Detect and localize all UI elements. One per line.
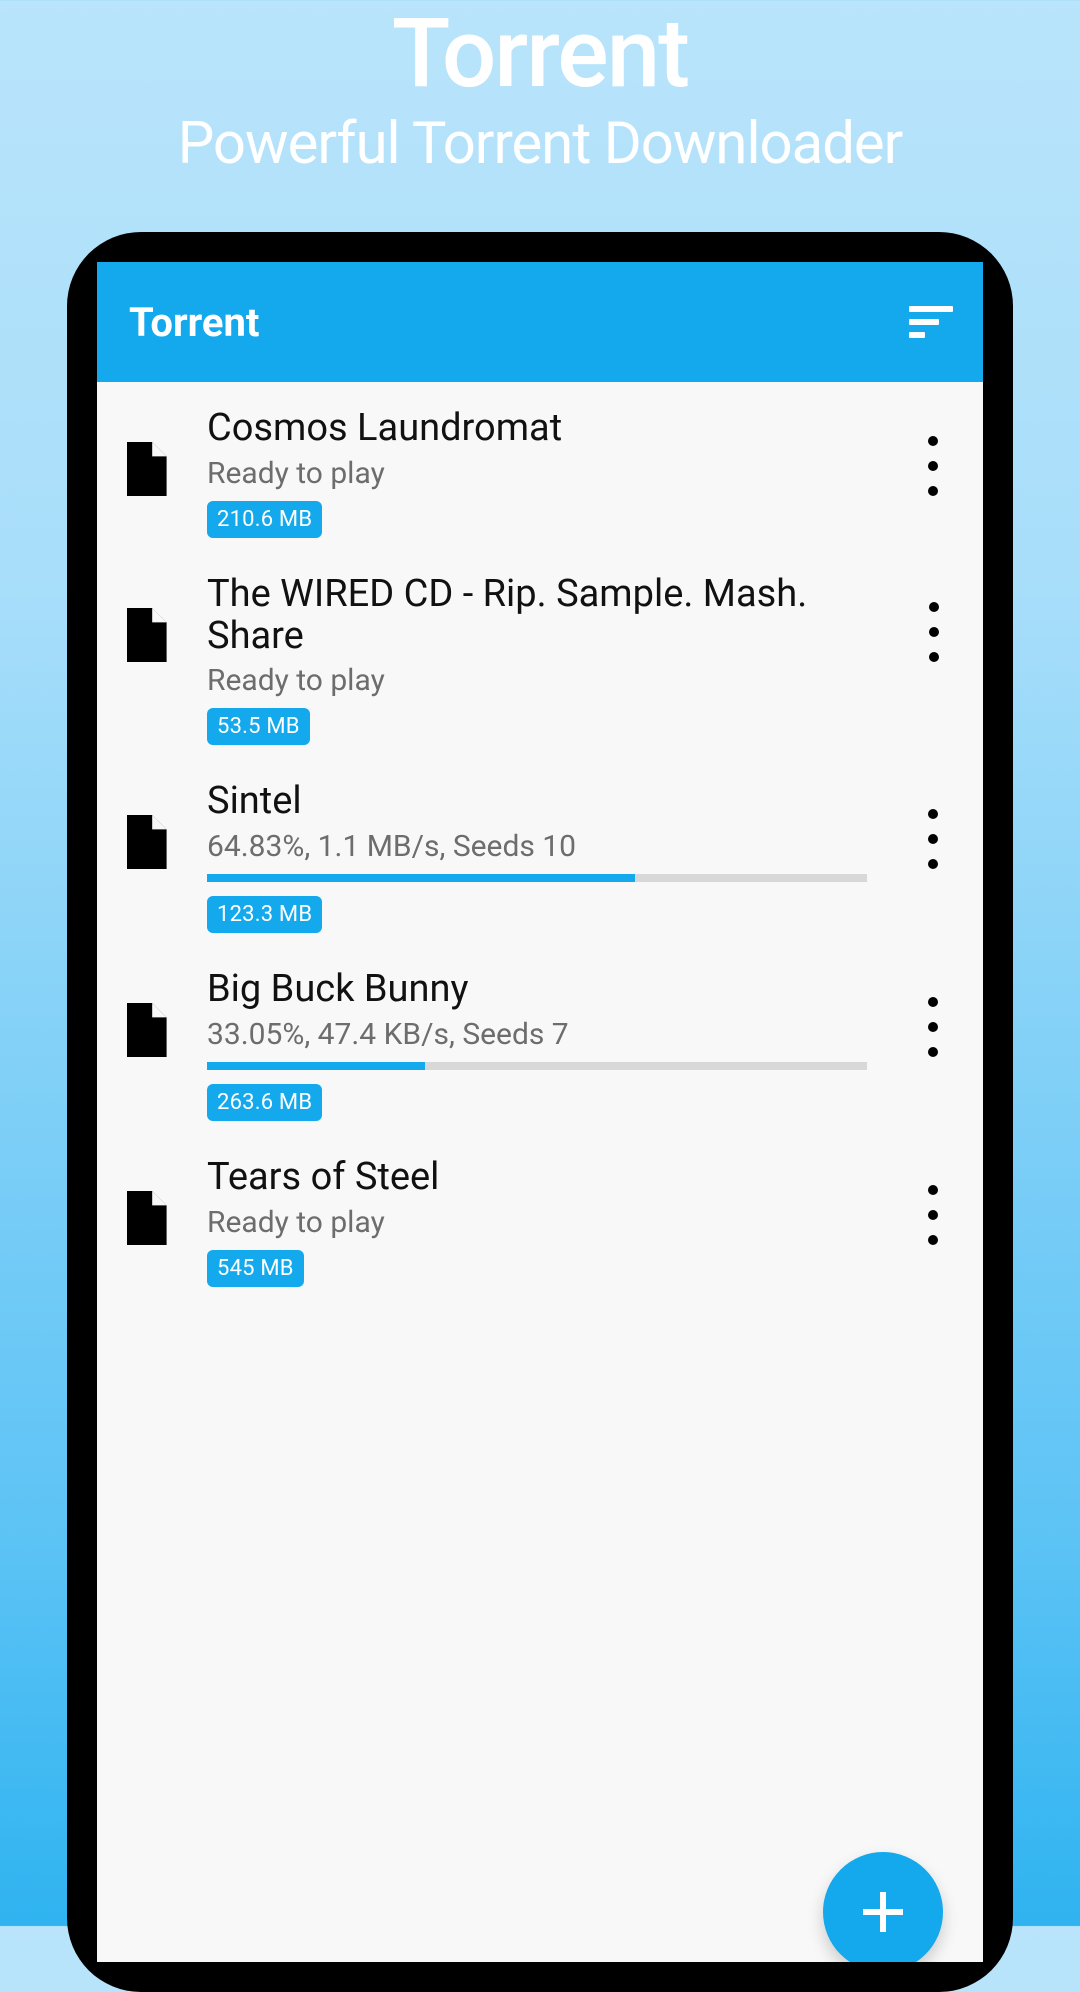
more-icon[interactable] — [909, 1185, 957, 1245]
hero-title: Torrent — [0, 6, 1080, 102]
progress-bar — [207, 874, 867, 882]
item-status: 33.05%, 47.4 KB/s, Seeds 7 — [207, 1017, 891, 1052]
item-title: The WIRED CD - Rip. Sample. Mash. Share — [207, 574, 892, 658]
file-icon — [123, 815, 167, 869]
list-item[interactable]: Cosmos Laundromat Ready to play 210.6 MB — [97, 390, 983, 556]
file-icon — [123, 442, 167, 496]
item-status: Ready to play — [207, 1205, 891, 1240]
item-title: Sintel — [207, 781, 891, 823]
more-icon[interactable] — [909, 809, 957, 869]
item-status: 64.83%, 1.1 MB/s, Seeds 10 — [207, 829, 891, 864]
item-status: Ready to play — [207, 456, 891, 491]
list-item[interactable]: Tears of Steel Ready to play 545 MB — [97, 1139, 983, 1305]
size-badge: 263.6 MB — [207, 1084, 322, 1121]
item-content: Big Buck Bunny 33.05%, 47.4 KB/s, Seeds 7… — [207, 969, 891, 1121]
item-content: Cosmos Laundromat Ready to play 210.6 MB — [207, 408, 891, 538]
progress-fill — [207, 874, 635, 882]
sort-icon[interactable] — [909, 306, 953, 338]
item-content: The WIRED CD - Rip. Sample. Mash. Share R… — [207, 574, 892, 746]
app-screen: Torrent Cosmos Laundromat Ready to play 21… — [97, 262, 983, 1962]
more-icon[interactable] — [910, 602, 957, 662]
size-badge: 123.3 MB — [207, 896, 322, 933]
item-title: Big Buck Bunny — [207, 969, 891, 1011]
progress-bar — [207, 1062, 867, 1070]
progress-fill — [207, 1062, 425, 1070]
item-content: Sintel 64.83%, 1.1 MB/s, Seeds 10 123.3 MB — [207, 781, 891, 933]
device-frame: Torrent Cosmos Laundromat Ready to play 21… — [67, 232, 1013, 1992]
hero: Torrent Powerful Torrent Downloader — [0, 6, 1080, 178]
size-badge: 545 MB — [207, 1250, 304, 1287]
list-item[interactable]: Sintel 64.83%, 1.1 MB/s, Seeds 10 123.3 MB — [97, 763, 983, 951]
item-content: Tears of Steel Ready to play 545 MB — [207, 1157, 891, 1287]
list-item[interactable]: The WIRED CD - Rip. Sample. Mash. Share R… — [97, 556, 983, 764]
file-icon — [123, 1003, 167, 1057]
list-item[interactable]: Big Buck Bunny 33.05%, 47.4 KB/s, Seeds 7… — [97, 951, 983, 1139]
torrent-list: Cosmos Laundromat Ready to play 210.6 MB Th… — [97, 382, 983, 1313]
size-badge: 53.5 MB — [207, 708, 310, 745]
item-status: Ready to play — [207, 663, 892, 698]
more-icon[interactable] — [909, 436, 957, 496]
item-title: Cosmos Laundromat — [207, 408, 891, 450]
plus-icon — [857, 1886, 909, 1938]
add-button[interactable] — [823, 1852, 943, 1962]
item-title: Tears of Steel — [207, 1157, 891, 1199]
hero-subtitle: Powerful Torrent Downloader — [0, 110, 1080, 178]
file-icon — [123, 1191, 167, 1245]
app-title: Torrent — [129, 299, 259, 346]
size-badge: 210.6 MB — [207, 501, 322, 538]
more-icon[interactable] — [909, 997, 957, 1057]
app-bar: Torrent — [97, 262, 983, 382]
file-icon — [123, 608, 167, 662]
